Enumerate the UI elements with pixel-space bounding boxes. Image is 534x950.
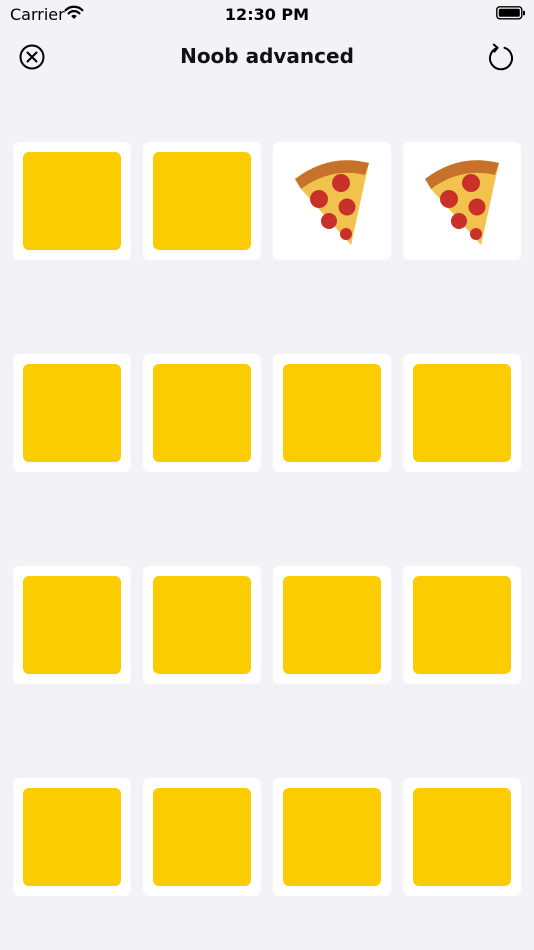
card-back <box>283 364 381 462</box>
card-5[interactable] <box>13 354 131 472</box>
card-6[interactable] <box>143 354 261 472</box>
card-back <box>283 788 381 886</box>
card-9[interactable] <box>13 566 131 684</box>
restart-button[interactable] <box>486 42 516 72</box>
nav-bar: Noob advanced <box>0 36 534 80</box>
card-back <box>153 364 251 462</box>
status-bar: Carrier 12:30 PM <box>0 0 534 28</box>
card-back <box>153 152 251 250</box>
page-title: Noob advanced <box>180 44 354 68</box>
card-8[interactable] <box>403 354 521 472</box>
card-back <box>23 576 121 674</box>
card-12[interactable] <box>403 566 521 684</box>
card-back <box>283 576 381 674</box>
card-15[interactable] <box>273 778 391 896</box>
card-back <box>153 576 251 674</box>
card-16[interactable] <box>403 778 521 896</box>
card-back <box>413 576 511 674</box>
pizza-icon <box>295 160 369 245</box>
battery-icon <box>496 5 526 25</box>
card-14[interactable] <box>143 778 261 896</box>
card-back <box>23 788 121 886</box>
card-3[interactable] <box>273 142 391 260</box>
card-13[interactable] <box>13 778 131 896</box>
card-2[interactable] <box>143 142 261 260</box>
card-10[interactable] <box>143 566 261 684</box>
card-grid <box>13 142 521 896</box>
card-back <box>413 788 511 886</box>
card-back <box>413 364 511 462</box>
card-1[interactable] <box>13 142 131 260</box>
card-7[interactable] <box>273 354 391 472</box>
status-time: 12:30 PM <box>224 5 310 24</box>
pizza-icon <box>425 160 499 245</box>
card-back <box>23 364 121 462</box>
card-back <box>153 788 251 886</box>
card-4[interactable] <box>403 142 521 260</box>
card-back <box>23 152 121 250</box>
restart-icon <box>489 43 513 71</box>
card-11[interactable] <box>273 566 391 684</box>
